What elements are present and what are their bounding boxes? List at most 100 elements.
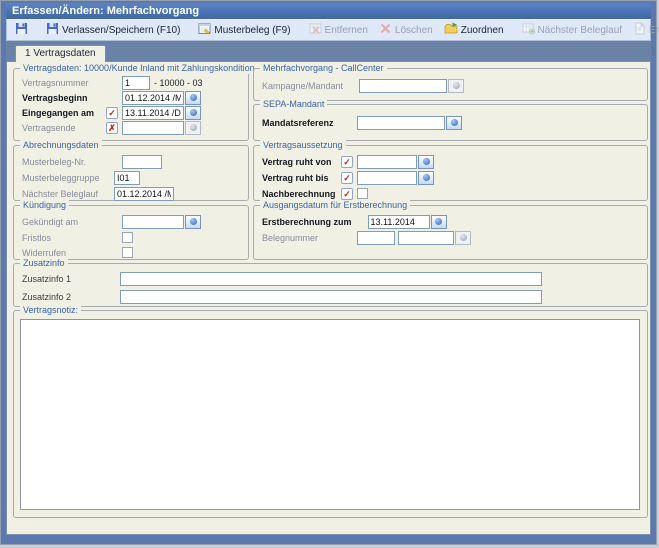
tab-vertragsdaten[interactable]: 1 Vertragsdaten: [15, 45, 106, 62]
zusatzinfo2-input[interactable]: [120, 290, 542, 304]
vertrag-ruht-bis-input[interactable]: [357, 171, 417, 185]
nachberechnung-checkbox[interactable]: [357, 188, 368, 199]
dropdown-sphere-icon: [423, 158, 430, 165]
naechster-beleglauf-button: Nächster Beleglauf: [517, 21, 628, 40]
widerrufen-checkbox[interactable]: [122, 247, 133, 258]
musterbeleggruppe-input[interactable]: [114, 171, 140, 185]
group-vertragsdaten-title: Vertragsdaten: 10000/Kunde Inland mit Za…: [20, 63, 258, 74]
group-vertragsnotiz: Vertragsnotiz:: [13, 310, 648, 518]
group-zusatzinfo: Zusatzinfo Zusatzinfo 1 Zusatzinfo 2: [13, 263, 648, 307]
eingegangen-am-dropdown-button[interactable]: [185, 106, 201, 120]
group-abrechnungsdaten-title: Abrechnungsdaten: [20, 140, 102, 151]
toolbar: Verlassen/Speichern (F10) Musterbeleg (F…: [6, 19, 651, 41]
loeschen-button: Löschen: [374, 21, 438, 40]
group-vertragsnotiz-title: Vertragsnotiz:: [20, 305, 81, 316]
belegnummer-input[interactable]: [357, 231, 395, 245]
field-row-zusatzinfo2: Zusatzinfo 2: [14, 289, 647, 304]
window-frame: Erfassen/Ändern: Mehrfachvorgang Verlass…: [0, 0, 657, 545]
gekuendigt-am-dropdown-button[interactable]: [185, 215, 201, 229]
save-button[interactable]: [10, 21, 33, 40]
field-row-zusatzinfo1: Zusatzinfo 1: [14, 271, 647, 286]
musterbeleg-nr-input[interactable]: [122, 155, 162, 169]
dropdown-sphere-icon: [435, 218, 442, 225]
save-icon: [15, 22, 28, 38]
zusatzinfo2-label: Zusatzinfo 2: [22, 292, 120, 302]
zusatzinfo1-label: Zusatzinfo 1: [22, 274, 120, 284]
date-set-check-icon[interactable]: ✓: [341, 172, 353, 184]
naechster-beleglauf-input[interactable]: [114, 187, 174, 201]
assign-folder-icon: [444, 22, 458, 38]
fristlos-label: Fristlos: [22, 233, 106, 243]
dropdown-sphere-icon: [190, 124, 197, 131]
field-row-belegnummer: Belegnummer: [254, 230, 647, 245]
field-row-ruht-bis: Vertrag ruht bis ✓: [254, 170, 647, 185]
kampagne-mandant-label: Kampagne/Mandant: [262, 81, 343, 91]
group-erstberechnung-title: Ausgangsdatum für Erstberechnung: [260, 200, 410, 211]
leave-save-button[interactable]: Verlassen/Speichern (F10): [41, 21, 185, 40]
zuordnen-label: Zuordnen: [461, 25, 504, 36]
vertrag-ruht-bis-dropdown-button[interactable]: [418, 171, 434, 185]
date-set-check-icon[interactable]: ✓: [341, 156, 353, 168]
date-set-check-icon[interactable]: ✓: [341, 188, 353, 200]
group-vertragsaussetzung: Vertragsaussetzung Vertrag ruht von ✓ Ve…: [253, 145, 648, 201]
mandatsreferenz-label: Mandatsreferenz: [262, 118, 341, 128]
musterbeleg-label: Musterbeleg (F9): [214, 25, 290, 36]
gekuendigt-am-label: Gekündigt am: [22, 217, 106, 227]
field-row-vertragsende: Vertragsende ✗: [14, 120, 248, 135]
loeschen-label: Löschen: [395, 25, 433, 36]
vertragsnummer-input[interactable]: [122, 76, 150, 90]
entfernen-label: Entfernen: [325, 25, 368, 36]
erstberechnung-zum-dropdown-button[interactable]: [431, 215, 447, 229]
dropdown-sphere-icon: [460, 234, 467, 241]
mandatsreferenz-input[interactable]: [357, 116, 445, 130]
group-zusatzinfo-title: Zusatzinfo: [20, 258, 68, 269]
field-row-gekuendigt-am: Gekündigt am: [14, 214, 248, 229]
group-callcenter: Mehrfachvorgang - CallCenter Kampagne/Ma…: [253, 68, 648, 101]
delete-x-icon: [379, 22, 392, 38]
vertragsende-input[interactable]: [122, 121, 184, 135]
widerrufen-label: Widerrufen: [22, 248, 106, 258]
dropdown-sphere-icon: [190, 218, 197, 225]
musterbeleg-button[interactable]: Musterbeleg (F9): [193, 21, 295, 40]
date-set-check-icon[interactable]: ✓: [106, 107, 118, 119]
field-row-nachberechnung: Nachberechnung ✓: [254, 186, 647, 201]
fristlos-checkbox[interactable]: [122, 232, 133, 243]
group-erstberechnung: Ausgangsdatum für Erstberechnung Erstber…: [253, 205, 648, 260]
erstberechnung-zum-label: Erstberechnung zum: [262, 217, 352, 227]
reset-page-icon: [633, 22, 646, 38]
field-row-naechster-beleglauf: Nächster Beleglauf: [14, 186, 248, 201]
field-row-erstberechnung-zum: Erstberechnung zum: [254, 214, 647, 229]
vertragsbeginn-input[interactable]: [122, 91, 184, 105]
zuordnen-button[interactable]: Zuordnen: [439, 21, 509, 40]
erstberechnung-zum-input[interactable]: [368, 215, 430, 229]
vertragsende-label: Vertragsende: [22, 123, 106, 133]
vertragsnotiz-textarea[interactable]: [20, 319, 640, 510]
belegnummer-combo-input[interactable]: [398, 231, 454, 245]
mandatsreferenz-dropdown-button[interactable]: [446, 116, 462, 130]
field-row-ruht-von: Vertrag ruht von ✓: [254, 154, 647, 169]
dropdown-sphere-icon: [423, 174, 430, 181]
belegnummer-label: Belegnummer: [262, 233, 341, 243]
belegnummer-dropdown-button: [455, 231, 471, 245]
date-clear-cross-icon[interactable]: ✗: [106, 122, 118, 134]
zusatzinfo1-input[interactable]: [120, 272, 542, 286]
remove-grid-icon: [309, 22, 322, 38]
window-title: Erfassen/Ändern: Mehrfachvorgang: [12, 5, 199, 17]
nachberechnung-label: Nachberechnung: [262, 189, 341, 199]
vertrag-ruht-von-input[interactable]: [357, 155, 417, 169]
musterbeleg-form-icon: [198, 22, 211, 38]
dropdown-sphere-icon: [453, 82, 460, 89]
field-row-fristlos: Fristlos: [14, 230, 248, 245]
field-row-musterbeleg-nr: Musterbeleg-Nr.: [14, 154, 248, 169]
kampagne-mandant-input[interactable]: [359, 79, 447, 93]
vertrag-ruht-von-label: Vertrag ruht von: [262, 157, 341, 167]
musterbeleg-nr-label: Musterbeleg-Nr.: [22, 157, 106, 167]
eingegangen-am-label: Eingegangen am: [22, 108, 106, 118]
kampagne-mandant-dropdown-button: [448, 79, 464, 93]
vertragsbeginn-dropdown-button[interactable]: [185, 91, 201, 105]
save-icon: [46, 22, 59, 38]
vertrag-ruht-von-dropdown-button[interactable]: [418, 155, 434, 169]
vertragsbeginn-label: Vertragsbeginn: [22, 93, 106, 103]
gekuendigt-am-input[interactable]: [122, 215, 184, 229]
eingegangen-am-input[interactable]: [122, 106, 184, 120]
